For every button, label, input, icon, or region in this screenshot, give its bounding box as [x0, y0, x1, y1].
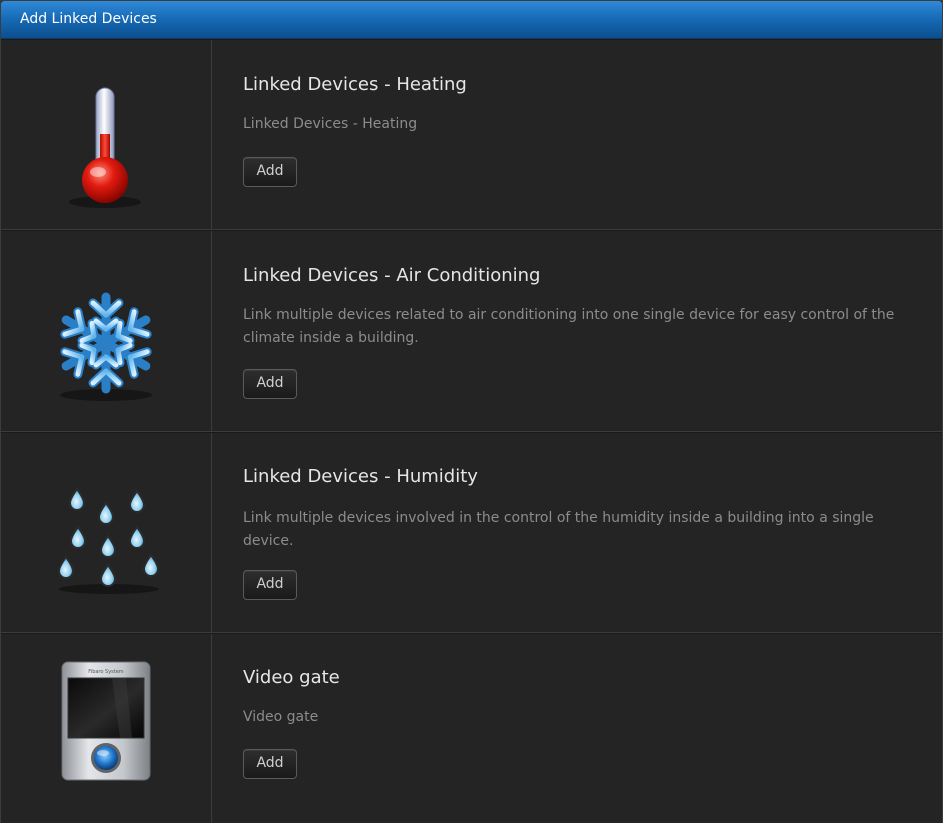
- item-title: Video gate: [243, 667, 340, 688]
- device-row-video-gate: Fibaro System Video gate Video gate Add: [1, 633, 942, 823]
- item-description: Video gate: [243, 709, 319, 725]
- thermometer-icon: [69, 87, 141, 208]
- brand-label: Fibaro System: [88, 669, 124, 675]
- icon-cell: [1, 40, 212, 229]
- device-row-heating: Linked Devices - Heating Linked Devices …: [1, 39, 942, 230]
- item-description: Link multiple devices involved in the co…: [243, 510, 874, 549]
- add-button[interactable]: Add: [243, 749, 297, 779]
- item-description: Linked Devices - Heating: [243, 116, 418, 132]
- panel-title: Add Linked Devices: [20, 11, 157, 27]
- device-row-air-conditioning: Linked Devices - Air Conditioning Link m…: [1, 230, 942, 432]
- panel-header: Add Linked Devices: [1, 1, 942, 39]
- snowflake-icon: [51, 292, 161, 401]
- video-gate-icon: Fibaro System: [61, 661, 151, 781]
- add-button[interactable]: Add: [243, 570, 297, 600]
- item-content: Linked Devices - Heating Linked Devices …: [243, 74, 912, 187]
- icon-cell: [1, 433, 212, 632]
- item-title: Linked Devices - Air Conditioning: [243, 265, 541, 286]
- add-linked-devices-panel: Add Linked Devices Linked Devices - Heat…: [0, 0, 943, 823]
- item-description: Link multiple devices related to air con…: [243, 307, 895, 346]
- device-row-humidity: Linked Devices - Humidity Link multiple …: [1, 432, 942, 633]
- add-button[interactable]: Add: [243, 157, 297, 187]
- item-content: Linked Devices - Air Conditioning Link m…: [243, 265, 912, 399]
- item-content: Video gate Video gate Add: [243, 667, 912, 779]
- add-button[interactable]: Add: [243, 369, 297, 399]
- icon-cell: Fibaro System: [1, 634, 212, 823]
- item-content: Linked Devices - Humidity Link multiple …: [243, 466, 912, 600]
- water-drops-icon: [58, 488, 159, 594]
- item-title: Linked Devices - Heating: [243, 74, 467, 95]
- item-title: Linked Devices - Humidity: [243, 466, 478, 487]
- icon-cell: [1, 231, 212, 431]
